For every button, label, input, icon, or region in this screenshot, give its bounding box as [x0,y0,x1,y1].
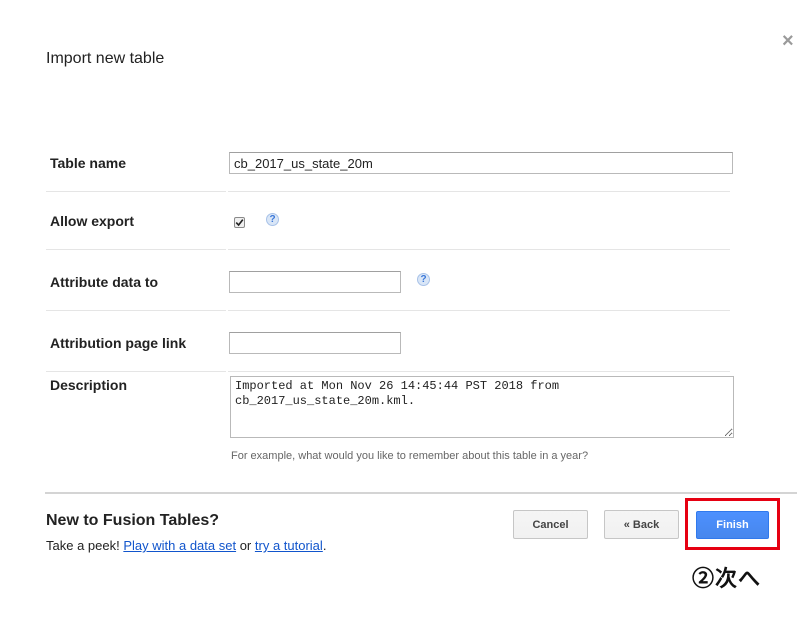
promo-text: Take a peek! Play with a data set or try… [46,538,326,553]
row-divider [228,249,730,250]
row-divider [228,371,730,372]
dialog-title: Import new table [46,50,165,67]
allow-export-checkbox[interactable] [234,217,245,228]
row-divider [46,371,226,372]
next-step-annotation: ②次へ [692,566,762,591]
promo-suffix: . [322,538,327,553]
table-name-input[interactable] [229,152,733,174]
attribute-data-to-input[interactable] [229,271,401,293]
promo-or: or [239,538,252,553]
allow-export-label: Allow export [50,213,135,229]
row-divider [46,249,226,250]
try-tutorial-link[interactable]: try a tutorial [255,538,323,553]
finish-highlight-box [685,498,780,550]
back-button[interactable]: « Back [604,510,679,539]
table-name-label: Table name [50,155,126,171]
cancel-button[interactable]: Cancel [513,510,588,539]
help-icon[interactable]: ? [417,273,430,286]
description-label: Description [50,377,128,393]
row-divider [228,310,730,311]
footer-divider [45,492,797,494]
row-divider [228,191,730,192]
row-divider [46,310,226,311]
promo-prefix: Take a peek! [46,538,120,553]
help-icon[interactable]: ? [266,213,279,226]
checkmark-icon [235,219,244,227]
close-icon[interactable]: × [782,31,794,51]
row-divider [46,191,226,192]
play-with-data-set-link[interactable]: Play with a data set [123,538,236,553]
attribution-page-link-input[interactable] [229,332,401,354]
description-hint: For example, what would you like to reme… [231,450,589,462]
description-textarea[interactable]: Imported at Mon Nov 26 14:45:44 PST 2018… [230,376,734,438]
attribute-data-to-label: Attribute data to [50,274,159,290]
promo-title: New to Fusion Tables? [46,512,220,529]
attribution-page-link-label: Attribution page link [50,335,187,351]
